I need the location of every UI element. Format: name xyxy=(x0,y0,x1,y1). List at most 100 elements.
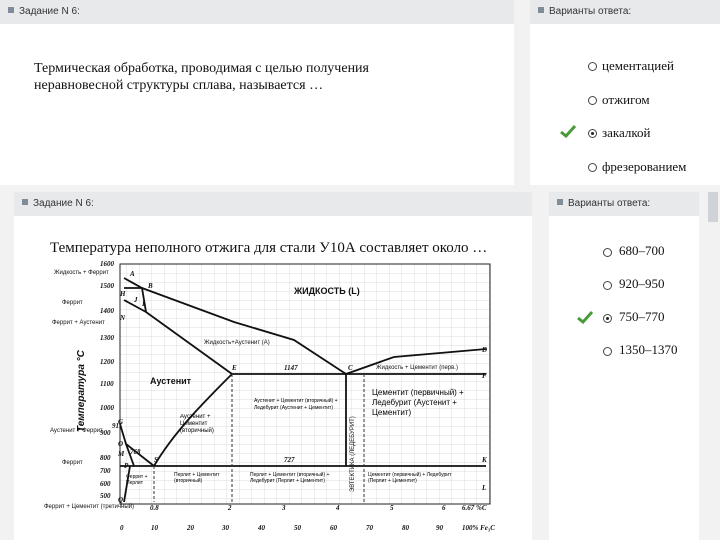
answers-header: Варианты ответа: xyxy=(549,192,699,216)
y-tick: 1400 xyxy=(100,307,115,315)
x-tick-c: 4 xyxy=(335,504,340,512)
point-label: N xyxy=(119,314,126,322)
x-tick: 70 xyxy=(366,524,374,532)
option-label: 1350–1370 xyxy=(619,342,678,357)
square-icon xyxy=(557,199,563,205)
temp-label: 768 xyxy=(130,448,141,456)
option-label: закалкой xyxy=(602,125,651,140)
answers-panel-bottom: Варианты ответа: 680–700 920–950 750–770… xyxy=(549,192,699,540)
point-label: O xyxy=(118,440,123,448)
y-tick: 1200 xyxy=(100,358,115,366)
answers-panel-top: Варианты ответа: цементацией отжигом зак… xyxy=(530,0,720,185)
radio-button[interactable] xyxy=(588,96,597,105)
scrollbar[interactable] xyxy=(708,192,718,222)
phase-label: Феррит xyxy=(62,460,83,466)
point-label: Q xyxy=(118,496,123,504)
y-tick: 700 xyxy=(100,467,111,475)
y-tick: 1600 xyxy=(100,260,115,268)
phase-label: Феррит xyxy=(62,300,83,306)
point-label: F xyxy=(482,372,487,380)
radio-button[interactable] xyxy=(588,163,597,172)
question-panel-top: Задание N 6: Термическая обработка, пров… xyxy=(0,0,514,185)
phase-label: Феррит + Цементит (третичный) xyxy=(44,503,134,510)
option-label: фрезерованием xyxy=(602,159,687,174)
x-tick: 30 xyxy=(221,524,230,532)
y-axis-label: Температура °С xyxy=(76,349,87,432)
y-tick: 1100 xyxy=(100,380,114,388)
point-label: L xyxy=(481,484,486,492)
answers-header: Варианты ответа: xyxy=(530,0,720,24)
region-text: Перлит + Цементит (вторичный) + Ледебури… xyxy=(250,472,330,484)
point-label: E xyxy=(231,364,237,372)
radio-button-selected[interactable] xyxy=(588,129,597,138)
answers-title: Варианты ответа: xyxy=(549,6,632,17)
region-p-c2-led: Перлит + Цементит (вторичный) + Ледебури… xyxy=(250,472,330,484)
region-liquid-austenite: Жидкость+Аустенит (А) xyxy=(204,340,270,346)
option-label: цементацией xyxy=(602,58,674,73)
answers-title: Варианты ответа: xyxy=(568,198,651,209)
region-text: Аустенит + Цементит (вторичный) + Ледебу… xyxy=(254,398,338,411)
point-label: C xyxy=(348,364,353,372)
region-text: Перлит + Цементит (вторичный) xyxy=(174,472,220,484)
radio-button[interactable] xyxy=(603,248,612,257)
region-a-c2-led: Аустенит + Цементит (вторичный) + Ледебу… xyxy=(254,398,338,411)
region-liquid-cementite: Жидкость + Цементит (перв.) xyxy=(376,365,458,371)
phase-label: Жидкость + Феррит xyxy=(54,270,109,276)
region-p-c2: Перлит + Цементит (вторичный) xyxy=(174,472,220,484)
temp-label: 1147 xyxy=(284,364,298,372)
x-tick: 90 xyxy=(436,524,444,532)
region-c1-led-low: Цементит (первичный) + Ледебурит (Перлит… xyxy=(368,472,452,484)
radio-button[interactable] xyxy=(588,62,597,71)
region-liquid: ЖИДКОСТЬ (L) xyxy=(293,286,360,296)
radio-button-selected[interactable] xyxy=(603,314,612,323)
x-tick: 100% Fe₃C xyxy=(462,524,495,532)
point-label: I xyxy=(141,300,145,308)
x-tick: 40 xyxy=(257,524,266,532)
checkmark-icon xyxy=(577,311,593,324)
option-label: 920–950 xyxy=(619,276,665,291)
x-tick: 0 xyxy=(120,524,124,532)
region-c1-led: Цементит (первичный) + Ледебурит (Аустен… xyxy=(372,388,464,417)
option-label: 680–700 xyxy=(619,243,665,258)
option-label: отжигом xyxy=(602,92,650,107)
x-ticks-c: 0.8 2 3 4 5 6 6.67 %С xyxy=(150,504,487,512)
region-text: Аустенит + Цементит (вторичный) xyxy=(180,414,214,434)
temp-label: 727 xyxy=(284,456,295,464)
point-label: S xyxy=(154,456,158,464)
x-tick: 50 xyxy=(294,524,302,532)
region-text: Феррит + Перлит xyxy=(126,474,148,486)
region-austenite: Аустенит xyxy=(150,376,192,386)
checkmark-icon xyxy=(560,125,576,138)
iron-carbon-diagram: Температура °С 1600 1500 1400 1300 1200 … xyxy=(44,260,495,532)
x-tick-c: 6 xyxy=(442,504,446,512)
region-f-p: Феррит + Перлит xyxy=(126,474,148,486)
radio-button[interactable] xyxy=(603,347,612,356)
region-a-c2: Аустенит + Цементит (вторичный) xyxy=(180,414,214,434)
point-label: H xyxy=(119,290,126,298)
x-tick: 20 xyxy=(186,524,195,532)
question-text: Термическая обработка, проводимая с цель… xyxy=(34,61,369,93)
x-tick: 60 xyxy=(330,524,338,532)
region-text: Цементит (первичный) + Ледебурит (Аустен… xyxy=(372,388,464,417)
point-label: P xyxy=(124,462,129,470)
radio-button[interactable] xyxy=(603,281,612,290)
question-panel-bottom: Задание N 6: Температура неполного отжиг… xyxy=(14,192,532,540)
region-text: Цементит (первичный) + Ледебурит (Перлит… xyxy=(368,472,452,484)
x-tick: 10 xyxy=(151,524,159,532)
y-tick: 1300 xyxy=(100,334,115,342)
square-icon xyxy=(538,7,544,13)
point-label: M xyxy=(117,450,125,458)
y-tick: 800 xyxy=(100,454,111,462)
y-ticks: 1600 1500 1400 1300 1200 1100 1000 900 8… xyxy=(100,260,115,500)
phase-label: Феррит + Аустенит xyxy=(52,320,105,326)
question-header: Задание N 6: xyxy=(0,0,514,24)
y-tick: 500 xyxy=(100,492,111,500)
x-tick-c: 3 xyxy=(281,504,286,512)
y-tick: 1500 xyxy=(100,282,115,290)
point-label: D xyxy=(481,346,487,354)
x-tick: 80 xyxy=(402,524,410,532)
region-eutectic: ЭВТЕКТИКА (ЛЕДЕБУРИТ) xyxy=(350,416,356,492)
x-tick-c: 2 xyxy=(227,504,232,512)
y-tick: 600 xyxy=(100,480,111,488)
y-tick: 1000 xyxy=(100,404,115,412)
